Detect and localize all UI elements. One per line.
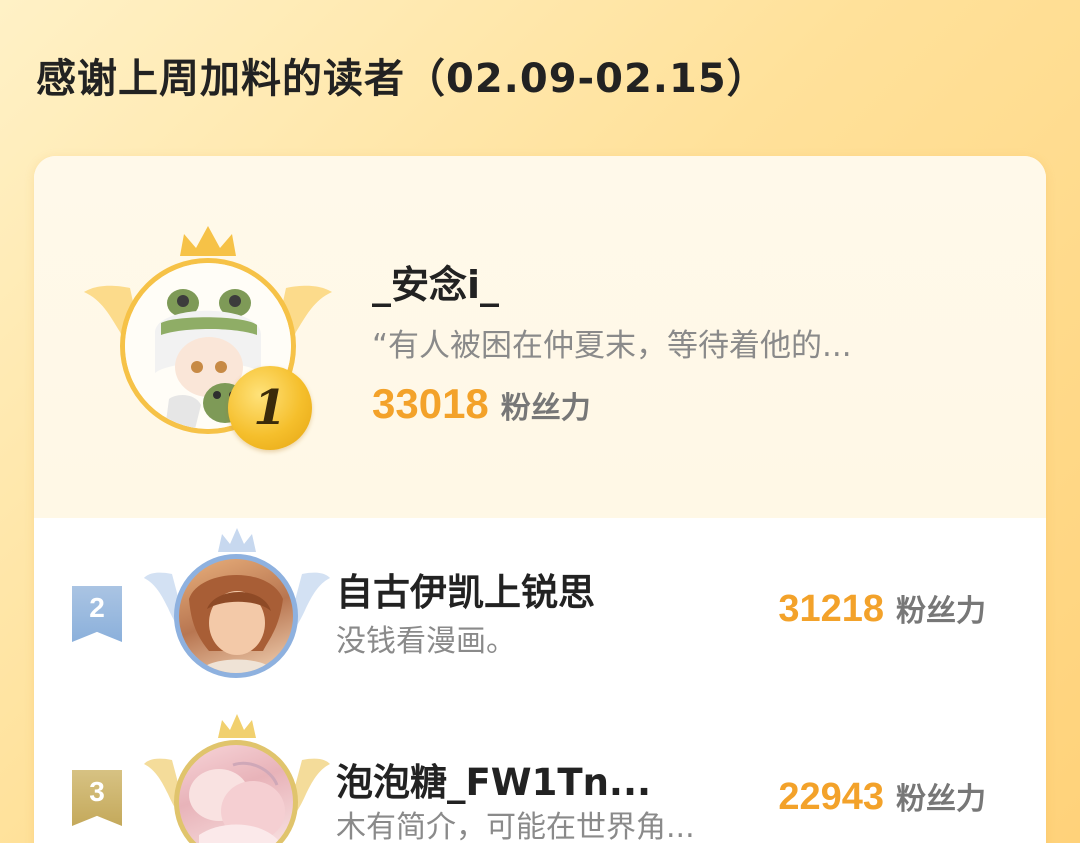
rank-3-score-value: 22943 [778, 776, 884, 818]
rank-1-badge: 1 [228, 366, 312, 450]
pink-illustration [189, 761, 285, 843]
rank-2-score-unit: 粉丝力 [896, 594, 986, 629]
rank-1-description: “有人被困在仲夏末，等待着他的... [372, 328, 852, 364]
rank-1-score: 33018 粉丝力 [372, 380, 591, 428]
rank-2-description: 没钱看漫画。 [336, 624, 516, 659]
avatar-rank-2[interactable] [174, 554, 298, 678]
crown-gold-icon [180, 226, 236, 256]
rank-3-name[interactable]: 泡泡糖_FW1Tn... [336, 752, 651, 806]
rank-1-name[interactable]: _安念i_ [372, 254, 499, 309]
page-title: 感谢上周加料的读者（02.09-02.15） [36, 56, 768, 102]
crown-bronze-icon [218, 714, 256, 738]
rank-1-score-value: 33018 [372, 380, 489, 427]
rank-3-score: 22943 粉丝力 [778, 774, 986, 819]
rank-3-description: 木有简介，可能在世界角... [336, 810, 695, 843]
crown-silver-icon [218, 528, 256, 552]
rank-2-name[interactable]: 自古伊凯上锐思 [336, 562, 595, 616]
portrait-illustration [189, 574, 283, 673]
rank-2-score: 31218 粉丝力 [778, 586, 986, 631]
rank-3-score-unit: 粉丝力 [896, 782, 986, 817]
rank-2-score-value: 31218 [778, 588, 884, 630]
rank-1-score-unit: 粉丝力 [500, 391, 591, 426]
